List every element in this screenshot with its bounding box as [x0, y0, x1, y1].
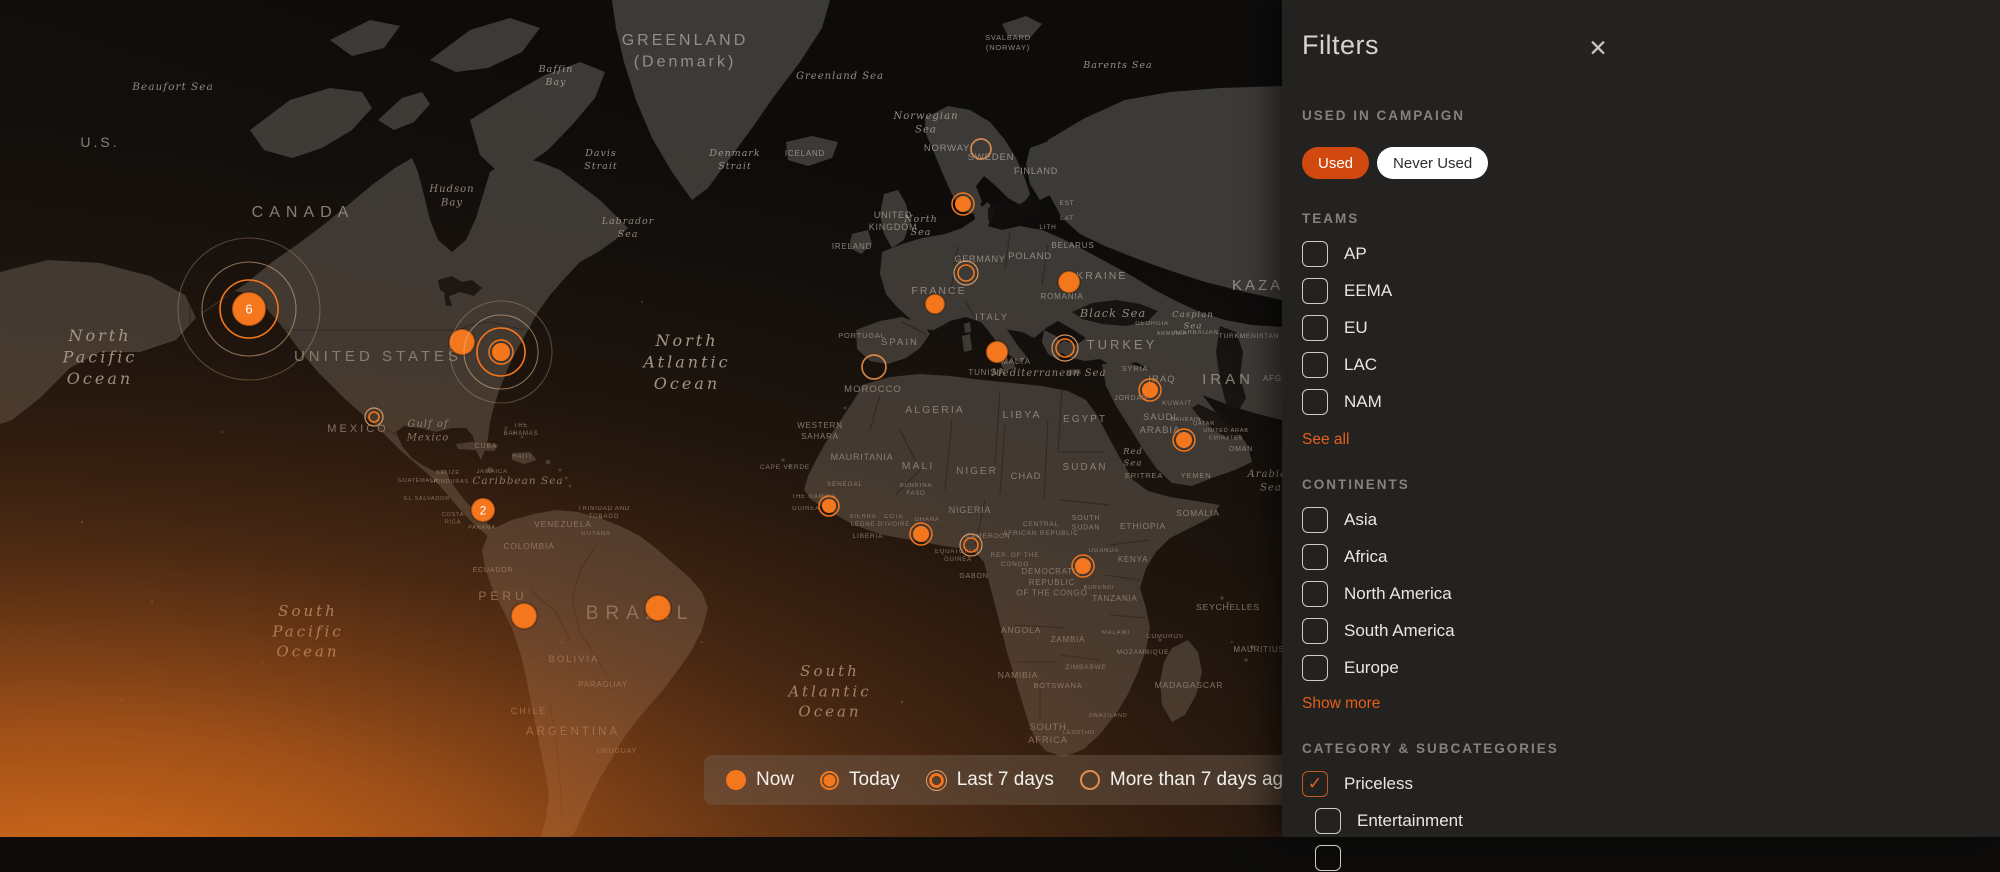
map-marker-today[interactable] — [910, 523, 932, 545]
checkbox-label: South America — [1344, 621, 1455, 641]
toggle-never-used[interactable]: Never Used — [1377, 147, 1488, 179]
checkbox-label: North America — [1344, 584, 1452, 604]
checkbox-row-ap[interactable]: AP — [1302, 240, 2000, 268]
unchecked-checkbox-icon[interactable] — [1302, 581, 1328, 607]
unchecked-checkbox-icon[interactable] — [1302, 278, 1328, 304]
filters-panel: Filters ✕ USED IN CAMPAIGN UsedNever Use… — [1282, 0, 2000, 837]
unchecked-checkbox-icon[interactable] — [1302, 655, 1328, 681]
map-marker-today[interactable] — [952, 193, 974, 215]
legend-label: More than 7 days ago — [1110, 769, 1294, 791]
cluster-count: 6 — [245, 302, 252, 317]
today-marker-icon — [820, 771, 839, 790]
legend-item-more-than-7-days-ago: More than 7 days ago — [1080, 769, 1294, 791]
checkbox-row-europe[interactable]: Europe — [1302, 654, 2000, 682]
checkbox-row-asia[interactable]: Asia — [1302, 506, 2000, 534]
legend-label: Now — [756, 769, 794, 791]
categories-list: ✓ Priceless Entertainment — [1302, 770, 2000, 872]
checkbox-label: EU — [1344, 318, 1368, 338]
legend-label: Last 7 days — [957, 769, 1054, 791]
legend-label: Today — [849, 769, 900, 791]
checkbox-label: LAC — [1344, 355, 1377, 375]
map-marker-now[interactable] — [645, 595, 671, 621]
teams-list: AP EEMA EU LAC NAM — [1302, 240, 2000, 416]
checkbox-row-entertainment[interactable]: Entertainment — [1315, 807, 2000, 835]
map-marker-today[interactable] — [819, 496, 839, 516]
map-marker-now[interactable] — [986, 341, 1008, 363]
checkbox-label: Africa — [1344, 547, 1387, 567]
section-categories: CATEGORY & SUBCATEGORIES — [1302, 741, 2000, 756]
now-marker-icon — [726, 770, 746, 790]
last7-marker-icon — [926, 770, 947, 791]
unchecked-checkbox-icon[interactable] — [1315, 808, 1341, 834]
continents-list: Asia Africa North America South America Euro… — [1302, 506, 2000, 682]
checkbox-label: Priceless — [1344, 774, 1413, 794]
show-more-link[interactable]: Show more — [1302, 695, 1380, 713]
unchecked-checkbox-icon[interactable] — [1302, 507, 1328, 533]
unchecked-checkbox-icon[interactable] — [1302, 315, 1328, 341]
checkbox-row-africa[interactable]: Africa — [1302, 543, 2000, 571]
toggle-used[interactable]: Used — [1302, 147, 1369, 179]
checkbox-label: AP — [1344, 244, 1367, 264]
unchecked-checkbox-icon[interactable] — [1302, 389, 1328, 415]
checkbox-row-lac[interactable]: LAC — [1302, 351, 2000, 379]
map-marker-now[interactable] — [1058, 271, 1080, 293]
unchecked-checkbox-icon[interactable] — [1302, 241, 1328, 267]
checkbox-row-eema[interactable]: EEMA — [1302, 277, 2000, 305]
cluster-count: 2 — [480, 504, 487, 518]
checkbox-row-eu[interactable]: EU — [1302, 314, 2000, 342]
unchecked-checkbox-icon[interactable] — [1302, 544, 1328, 570]
map-legend: Now Today Last 7 days More than 7 days ago — [704, 755, 1304, 805]
checked-checkbox-icon[interactable]: ✓ — [1302, 771, 1328, 797]
checkbox-label: Asia — [1344, 510, 1377, 530]
unchecked-checkbox-icon[interactable] — [1302, 352, 1328, 378]
unchecked-checkbox-icon[interactable] — [1302, 618, 1328, 644]
checkbox-label: NAM — [1344, 392, 1382, 412]
checkbox-label: Europe — [1344, 658, 1399, 678]
panel-title: Filters — [1302, 28, 2000, 62]
close-icon[interactable]: ✕ — [1582, 32, 1614, 64]
section-used-in-campaign: USED IN CAMPAIGN — [1302, 108, 2000, 123]
legend-item-last-7-days: Last 7 days — [926, 769, 1054, 791]
map-marker-today[interactable] — [1139, 379, 1161, 401]
map-marker-now[interactable] — [449, 329, 475, 355]
see-all-link[interactable]: See all — [1302, 431, 1349, 449]
map-marker-today[interactable] — [1173, 429, 1195, 451]
used-toggle-group: UsedNever Used — [1302, 147, 2000, 179]
map-marker-today[interactable] — [1072, 555, 1094, 577]
unchecked-checkbox-icon[interactable] — [1315, 845, 1341, 871]
checkbox-row-south-america[interactable]: South America — [1302, 617, 2000, 645]
checkbox-row-item[interactable] — [1315, 844, 2000, 872]
map-marker-cluster[interactable]: 2 — [471, 498, 495, 522]
section-continents: CONTINENTS — [1302, 477, 2000, 492]
checkbox-row-nam[interactable]: NAM — [1302, 388, 2000, 416]
legend-item-now: Now — [726, 769, 794, 791]
checkbox-label: Entertainment — [1357, 811, 1463, 831]
checkbox-row-priceless[interactable]: ✓ Priceless — [1302, 770, 2000, 798]
map-marker-now[interactable] — [925, 294, 945, 314]
legend-item-today: Today — [820, 769, 900, 791]
section-teams: TEAMS — [1302, 211, 2000, 226]
checkbox-row-north-america[interactable]: North America — [1302, 580, 2000, 608]
checkbox-label: EEMA — [1344, 281, 1392, 301]
older-marker-icon — [1080, 770, 1100, 790]
map-marker-now[interactable] — [511, 603, 537, 629]
